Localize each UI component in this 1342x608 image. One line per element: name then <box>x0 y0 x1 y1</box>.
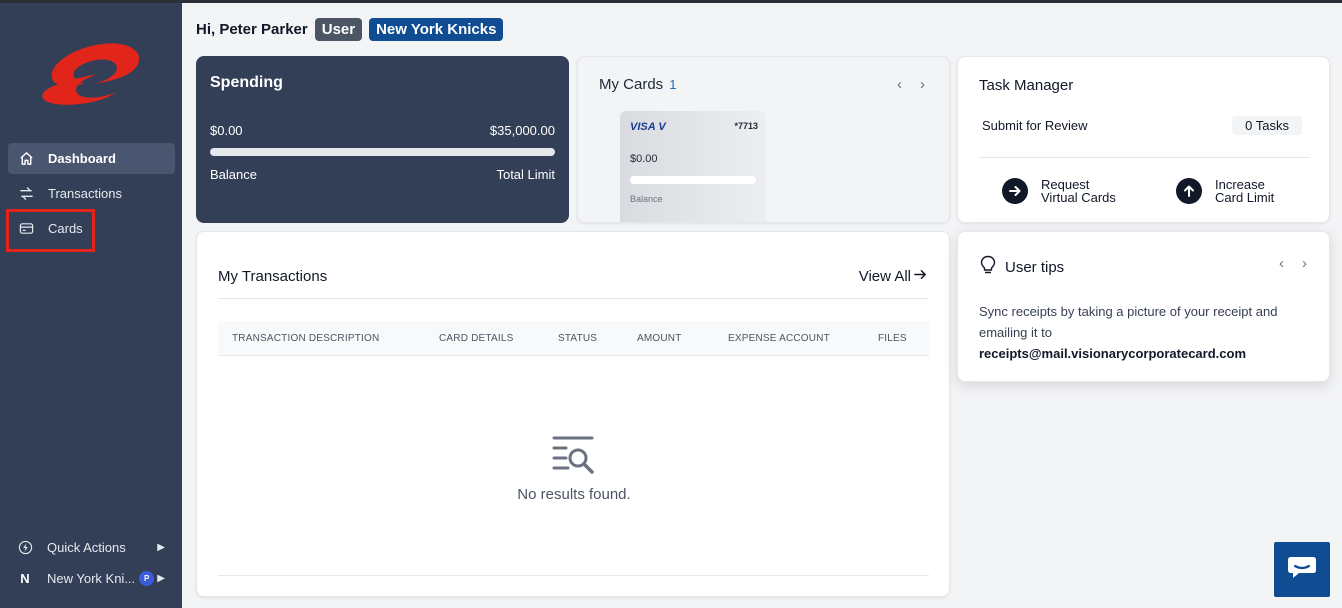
spending-title: Spending <box>210 74 283 91</box>
user-tips-title: User tips <box>1005 258 1065 276</box>
column-header[interactable]: FILES <box>878 333 907 344</box>
sidebar-item-label: Transactions <box>48 186 122 201</box>
arrow-right-circle-icon <box>1002 178 1028 204</box>
spent-amount: $0.00 <box>210 123 243 138</box>
transactions-title: My Transactions <box>218 268 328 285</box>
greeting-text: Hi, Peter Parker <box>196 20 308 38</box>
user-tips-header: User tips <box>979 255 1064 279</box>
balance-label: Balance <box>210 167 257 182</box>
sidebar: Dashboard Transactions Cards Quick Actio… <box>0 0 182 608</box>
empty-state: No results found. <box>197 434 951 503</box>
tasks-count-badge[interactable]: 0 Tasks <box>1232 116 1302 135</box>
sidebar-item-transactions[interactable]: Transactions <box>8 178 175 209</box>
virtual-card-tile[interactable]: VISA V *7713 $0.00 Balance <box>620 111 766 222</box>
action-line2: Virtual Cards <box>1041 190 1116 205</box>
window-top-border <box>0 0 1342 3</box>
sidebar-item-label: Cards <box>48 221 83 236</box>
chat-bubble-icon <box>1287 555 1317 584</box>
view-all-label: View All <box>858 268 911 285</box>
card-balance-bar <box>630 176 756 184</box>
lightbulb-icon <box>979 255 997 279</box>
total-limit-amount: $35,000.00 <box>489 123 555 138</box>
total-limit-label: Total Limit <box>496 167 555 182</box>
chevron-left-icon[interactable]: ‹ <box>897 76 902 93</box>
my-transactions-panel: My Transactions View All TRANSACTION DES… <box>196 231 950 597</box>
cards-count: 1 <box>669 77 677 92</box>
empty-message: No results found. <box>517 486 631 503</box>
submit-review-label: Submit for Review <box>982 118 1088 133</box>
chat-support-button[interactable] <box>1274 542 1330 597</box>
column-header[interactable]: STATUS <box>558 333 597 344</box>
user-tips-panel: User tips ‹ › Sync receipts by taking a … <box>957 231 1330 382</box>
receipts-email[interactable]: receipts@mail.visionarycorporatecard.com <box>979 346 1246 361</box>
request-virtual-cards-button[interactable]: Request Virtual Cards <box>1002 178 1116 204</box>
sidebar-item-cards[interactable]: Cards <box>8 213 175 244</box>
sidebar-item-label: Dashboard <box>48 151 116 166</box>
chevron-right-icon[interactable]: › <box>920 76 925 93</box>
caret-right-icon: ▶ <box>157 572 165 584</box>
card-balance: $0.00 <box>630 153 658 165</box>
column-header[interactable]: TRANSACTION DESCRIPTION <box>232 333 379 344</box>
cards-carousel-nav: ‹ › <box>897 76 925 93</box>
chevron-right-icon[interactable]: › <box>1302 255 1307 272</box>
my-cards-title-text: My Cards <box>599 76 664 93</box>
home-icon <box>18 151 34 167</box>
search-list-icon <box>552 434 596 474</box>
action-line2: Card Limit <box>1215 190 1275 205</box>
task-manager-title: Task Manager <box>979 77 1074 94</box>
arrow-up-circle-icon <box>1176 178 1202 204</box>
sidebar-item-dashboard[interactable]: Dashboard <box>8 143 175 174</box>
profile-badge: P <box>139 570 155 586</box>
visa-logo: VISA V <box>630 121 666 133</box>
main-content: Hi, Peter Parker User New York Knicks Sp… <box>182 0 1342 608</box>
request-virtual-cards-label: Request Virtual Cards <box>1041 178 1116 204</box>
swap-arrows-icon <box>18 186 34 202</box>
tips-carousel-nav: ‹ › <box>1279 255 1307 272</box>
column-header[interactable]: CARD DETAILS <box>439 333 513 344</box>
card-last4: *7713 <box>734 121 758 131</box>
user-tips-body: Sync receipts by taking a picture of you… <box>979 301 1314 364</box>
column-header[interactable]: EXPENSE ACCOUNT <box>728 333 830 344</box>
org-label: New York Kni... <box>47 570 136 586</box>
chevron-left-icon[interactable]: ‹ <box>1279 255 1284 272</box>
increase-card-limit-label: Increase Card Limit <box>1215 178 1274 204</box>
my-cards-title: My Cards 1 <box>599 76 676 93</box>
greeting-bar: Hi, Peter Parker User New York Knicks <box>196 17 504 41</box>
card-balance-label: Balance <box>630 194 663 204</box>
role-badge: User <box>314 17 363 41</box>
spending-progress-bar <box>210 148 555 156</box>
quick-actions-button[interactable]: Quick Actions ▶ <box>8 534 175 560</box>
divider <box>218 575 929 576</box>
quick-actions-label: Quick Actions <box>47 539 126 555</box>
increase-card-limit-button[interactable]: Increase Card Limit <box>1176 178 1274 204</box>
view-all-link[interactable]: View All <box>859 268 927 285</box>
spending-card: Spending $0.00 $35,000.00 Balance Total … <box>196 56 569 223</box>
column-header[interactable]: AMOUNT <box>637 333 682 344</box>
org-avatar: N <box>20 570 30 586</box>
team-badge: New York Knicks <box>369 17 504 41</box>
bolt-icon <box>17 540 33 555</box>
arrow-right-icon <box>914 268 927 285</box>
divider <box>979 157 1310 158</box>
brand-logo[interactable] <box>40 40 142 106</box>
caret-right-icon: ▶ <box>157 541 165 553</box>
my-cards-panel: My Cards 1 ‹ › VISA V *7713 $0.00 Balance <box>577 56 950 223</box>
organization-switcher[interactable]: N New York Kni... P ▶ <box>8 565 175 591</box>
transactions-table-header: TRANSACTION DESCRIPTION CARD DETAILS STA… <box>218 321 929 356</box>
credit-card-icon <box>18 221 34 237</box>
tip-text: Sync receipts by taking a picture of you… <box>979 304 1278 340</box>
divider <box>218 298 929 299</box>
task-manager-panel: Task Manager Submit for Review 0 Tasks R… <box>957 56 1330 223</box>
